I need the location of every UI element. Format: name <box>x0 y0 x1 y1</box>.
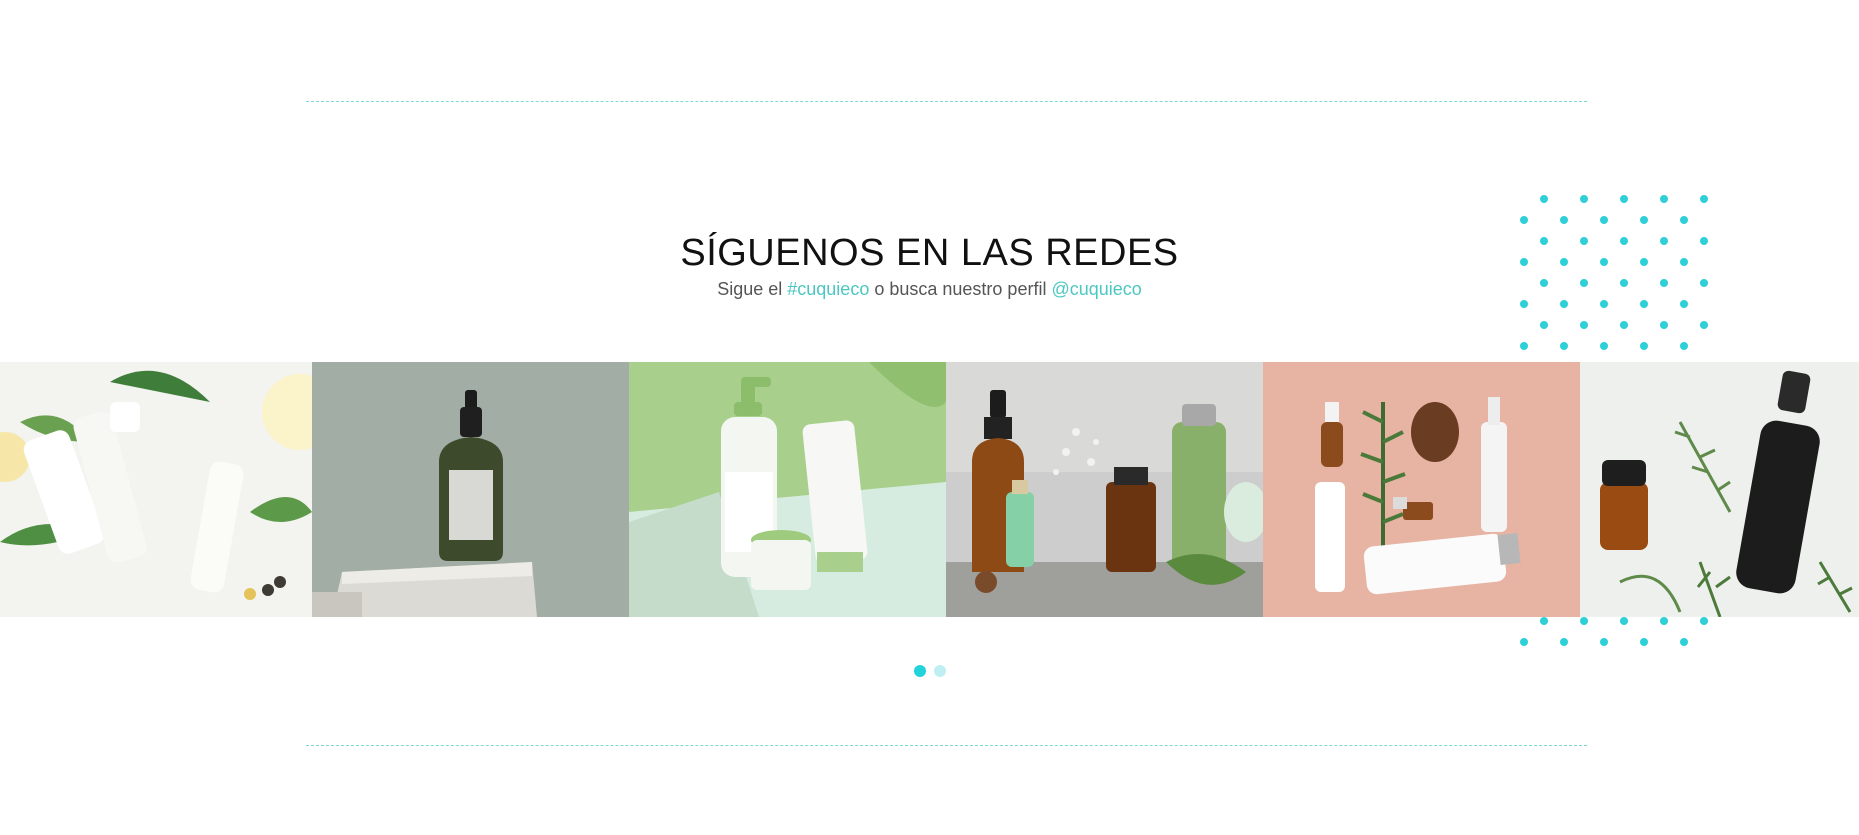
decorative-dot <box>1640 638 1648 646</box>
decorative-dot <box>1520 216 1528 224</box>
decorative-dot <box>1640 342 1648 350</box>
gallery-photo-amber-bottles-flowers[interactable] <box>946 362 1263 617</box>
decorative-dot <box>1520 638 1528 646</box>
decorative-dot <box>1680 638 1688 646</box>
decorative-dot <box>1640 300 1648 308</box>
decorative-dot <box>1620 195 1628 203</box>
decorative-dot <box>1600 300 1608 308</box>
hashtag-link[interactable]: #cuquieco <box>787 279 869 299</box>
decorative-dot <box>1600 216 1608 224</box>
section-subtitle: Sigue el #cuquieco o busca nuestro perfi… <box>0 278 1859 300</box>
decorative-dot <box>1600 638 1608 646</box>
decorative-dot <box>1660 321 1668 329</box>
instagram-gallery <box>0 362 1859 617</box>
profile-link[interactable]: @cuquieco <box>1051 279 1141 299</box>
gallery-photo-pump-bottle-green[interactable] <box>629 362 946 617</box>
decorative-dot <box>1540 321 1548 329</box>
decorative-dot <box>1700 321 1708 329</box>
decorative-dot <box>1540 195 1548 203</box>
decorative-dot <box>1660 617 1668 625</box>
decorative-dot <box>1640 216 1648 224</box>
decorative-dot <box>1660 195 1668 203</box>
decorative-dot <box>1560 300 1568 308</box>
social-section: SÍGUENOS EN LAS REDES Sigue el #cuquieco… <box>0 0 1859 835</box>
subtitle-middle: o busca nuestro perfil <box>869 279 1052 299</box>
decorative-dot <box>1620 617 1628 625</box>
carousel-pagination <box>0 665 1859 677</box>
section-heading: SÍGUENOS EN LAS REDES Sigue el #cuquieco… <box>0 230 1859 300</box>
section-title: SÍGUENOS EN LAS REDES <box>680 232 1179 274</box>
decorative-dot <box>1700 195 1708 203</box>
subtitle-prefix: Sigue el <box>717 279 788 299</box>
decorative-dot <box>1520 342 1528 350</box>
decorative-dot <box>1580 321 1588 329</box>
decorative-dot <box>1560 216 1568 224</box>
gallery-photo-white-tubes-leaves[interactable] <box>0 362 312 617</box>
decorative-dot-pattern-lower <box>1512 617 1712 657</box>
decorative-dot <box>1700 617 1708 625</box>
gallery-photo-pink-flatlay[interactable] <box>1263 362 1580 617</box>
gallery-photo-dark-bottles-herbs[interactable] <box>1580 362 1859 617</box>
pager-dot-2[interactable] <box>933 665 946 677</box>
decorative-dot <box>1680 342 1688 350</box>
decorative-dot <box>1620 321 1628 329</box>
decorative-dot <box>1600 342 1608 350</box>
decorative-dot <box>1680 216 1688 224</box>
pager-dot-1[interactable] <box>913 665 926 677</box>
gallery-photo-dropper-bottle-stone[interactable] <box>312 362 629 617</box>
decorative-dot <box>1520 300 1528 308</box>
decorative-dot <box>1540 617 1548 625</box>
decorative-dot <box>1560 638 1568 646</box>
decorative-dot <box>1580 617 1588 625</box>
top-divider <box>306 101 1587 102</box>
bottom-divider <box>306 745 1587 746</box>
decorative-dot <box>1580 195 1588 203</box>
decorative-dot <box>1680 300 1688 308</box>
decorative-dot <box>1560 342 1568 350</box>
